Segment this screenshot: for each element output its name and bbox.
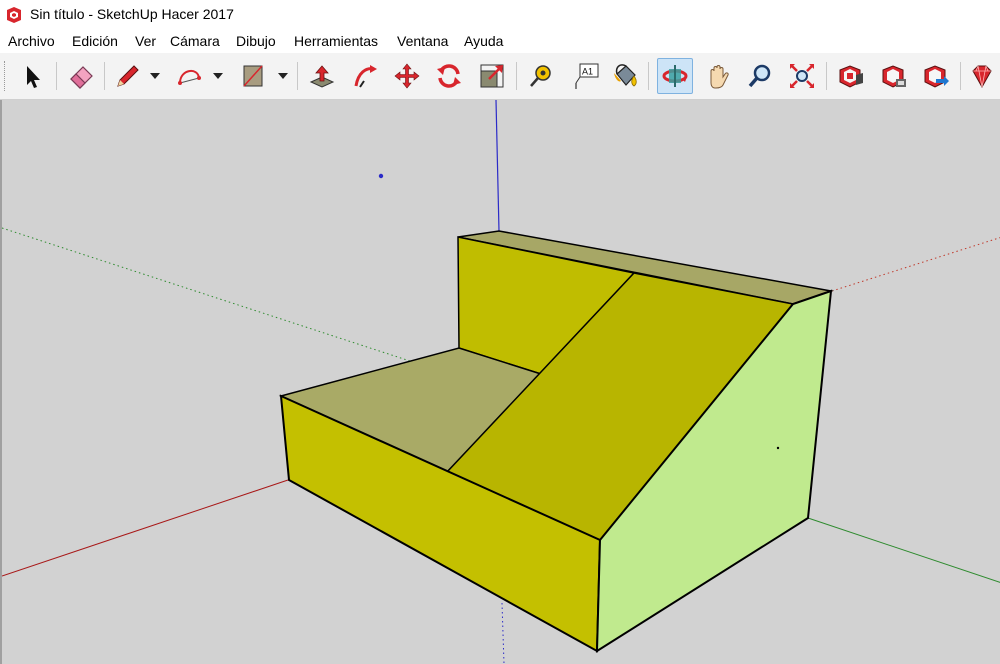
arc-icon: [178, 70, 201, 85]
chevron-down-icon: [278, 73, 288, 79]
modeling-viewport[interactable]: [0, 100, 1000, 664]
blue-axis-dotted: [501, 602, 505, 664]
toolbar-grip[interactable]: [4, 61, 8, 91]
scale-icon: [480, 64, 504, 88]
menu-ver[interactable]: Ver: [135, 33, 156, 49]
move-icon: [394, 63, 420, 89]
rectangle-icon: [243, 65, 263, 87]
move-tool-button[interactable]: [389, 58, 425, 94]
rotate-tool-button[interactable]: [431, 58, 467, 94]
toolbar-separator: [960, 62, 961, 90]
scale-tool-button[interactable]: [474, 58, 510, 94]
text-icon: A1: [575, 63, 599, 89]
text-tool-button[interactable]: A1: [567, 58, 603, 94]
select-tool-button[interactable]: [14, 58, 50, 94]
arc-dropdown-arrow[interactable]: [212, 70, 224, 82]
menu-herramientas[interactable]: Herramientas: [294, 33, 378, 49]
toolbar-separator: [297, 62, 298, 90]
menu-camara[interactable]: Cámara: [170, 33, 220, 49]
model-scene[interactable]: [2, 100, 1000, 664]
surface-point-marker: [776, 446, 780, 450]
menu-bar: Archivo Edición Ver Cámara Dibujo Herram…: [0, 30, 1000, 52]
green-axis: [807, 517, 1000, 583]
toolbar-separator: [648, 62, 649, 90]
extension-warehouse-icon: [924, 65, 949, 88]
zoom-extents-icon: [790, 64, 814, 88]
3d-warehouse-icon: [839, 65, 863, 88]
toolbar-separator: [516, 62, 517, 90]
pencil-line-icon: [117, 65, 139, 87]
sketchup-logo-icon: [7, 7, 21, 23]
blue-axis: [495, 100, 500, 232]
follow-me-tool-button[interactable]: [347, 58, 383, 94]
window-title: Sin título - SketchUp Hacer 2017: [30, 6, 234, 22]
toolbar-separator: [56, 62, 57, 90]
menu-edicion[interactable]: Edición: [72, 33, 118, 49]
rectangle-tool-button[interactable]: [235, 58, 271, 94]
menu-dibujo[interactable]: Dibujo: [236, 33, 276, 49]
share-model-icon: [882, 65, 906, 88]
line-dropdown-arrow[interactable]: [149, 70, 161, 82]
share-model-button[interactable]: [876, 58, 912, 94]
chevron-down-icon: [150, 73, 160, 79]
toolbar: A1: [0, 53, 1000, 100]
blue-point-marker: [378, 173, 384, 179]
pan-hand-icon: [710, 65, 729, 89]
menu-ventana[interactable]: Ventana: [397, 33, 448, 49]
3d-warehouse-button[interactable]: [833, 58, 869, 94]
pan-tool-button[interactable]: [700, 58, 736, 94]
toolbar-separator: [826, 62, 827, 90]
tape-measure-tool-button[interactable]: [523, 58, 559, 94]
push-pull-icon: [309, 65, 335, 88]
menu-archivo[interactable]: Archivo: [8, 33, 55, 49]
arc-tool-button[interactable]: [171, 58, 207, 94]
orbit-icon: [662, 65, 688, 87]
select-arrow-icon: [27, 66, 40, 88]
push-pull-tool-button[interactable]: [304, 58, 340, 94]
orbit-tool-button[interactable]: [657, 58, 693, 94]
line-tool-button[interactable]: [109, 58, 145, 94]
red-axis: [2, 479, 289, 577]
eraser-icon: [70, 66, 93, 89]
paint-bucket-icon: [614, 64, 637, 87]
rotate-icon: [437, 64, 461, 88]
toolbar-separator: [104, 62, 105, 90]
eraser-tool-button[interactable]: [63, 58, 99, 94]
extension-warehouse-button[interactable]: [918, 58, 954, 94]
chevron-down-icon: [213, 73, 223, 79]
red-axis-dotted: [831, 237, 1000, 292]
text-tool-label: A1: [582, 67, 593, 77]
rectangle-dropdown-arrow[interactable]: [277, 70, 289, 82]
zoom-icon: [748, 64, 771, 88]
zoom-extents-tool-button[interactable]: [784, 58, 820, 94]
paint-bucket-tool-button[interactable]: [607, 58, 643, 94]
tape-measure-icon: [530, 65, 551, 87]
menu-ayuda[interactable]: Ayuda: [464, 33, 503, 49]
zoom-tool-button[interactable]: [742, 58, 778, 94]
ruby-console-button[interactable]: [964, 58, 1000, 94]
ruby-console-icon: [972, 65, 992, 89]
title-bar: Sin título - SketchUp Hacer 2017: [0, 0, 1000, 30]
follow-me-icon: [354, 65, 377, 88]
